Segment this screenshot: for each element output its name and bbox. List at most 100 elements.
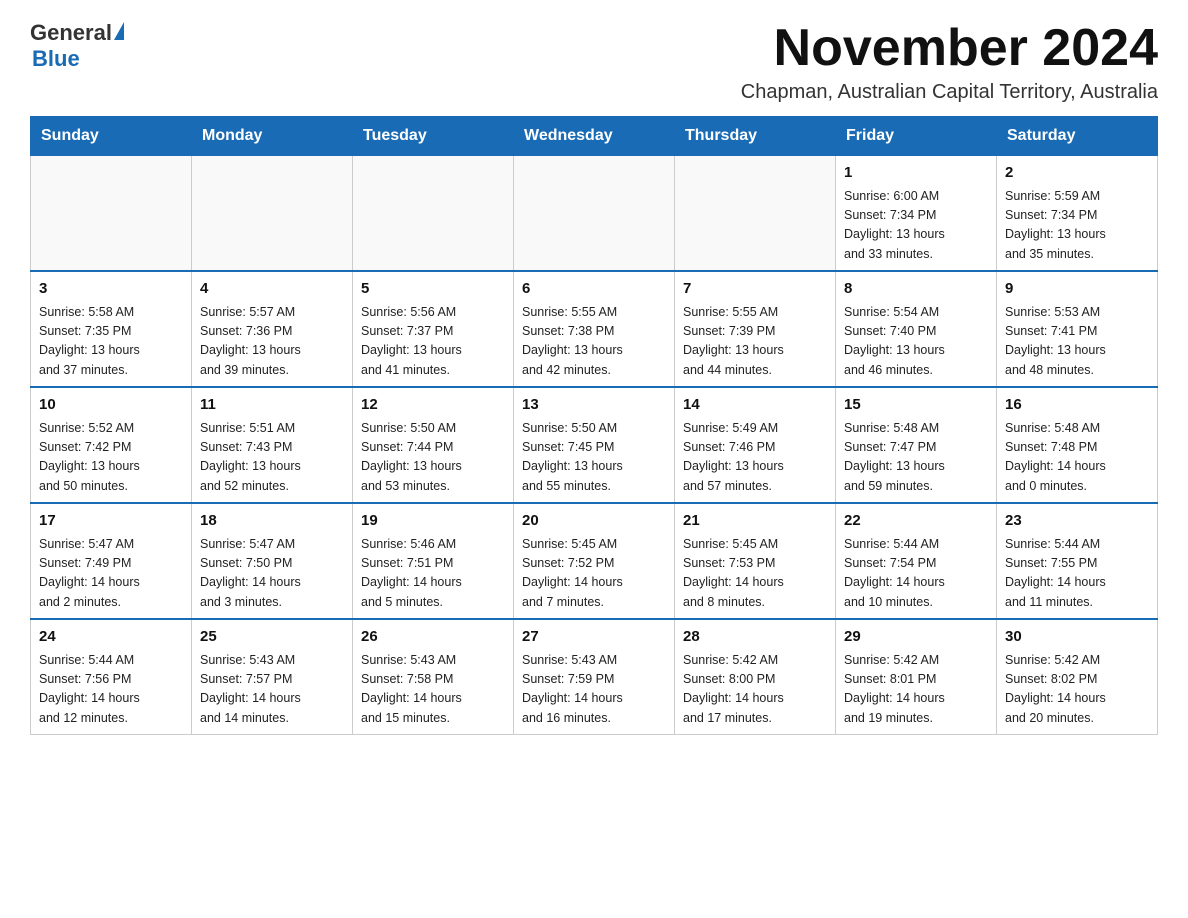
calendar-cell: 30Sunrise: 5:42 AMSunset: 8:02 PMDayligh… [997,619,1158,735]
day-info: Sunrise: 5:44 AMSunset: 7:55 PMDaylight:… [1005,535,1149,613]
calendar-week-row: 24Sunrise: 5:44 AMSunset: 7:56 PMDayligh… [31,619,1158,735]
day-info: Sunrise: 5:51 AMSunset: 7:43 PMDaylight:… [200,419,344,497]
calendar-title: November 2024 [741,20,1158,77]
day-number: 28 [683,626,827,649]
calendar-cell [514,156,675,272]
calendar-cell: 16Sunrise: 5:48 AMSunset: 7:48 PMDayligh… [997,387,1158,503]
calendar-cell: 1Sunrise: 6:00 AMSunset: 7:34 PMDaylight… [836,156,997,272]
day-number: 9 [1005,278,1149,301]
day-number: 11 [200,394,344,417]
calendar-cell: 12Sunrise: 5:50 AMSunset: 7:44 PMDayligh… [353,387,514,503]
day-number: 1 [844,162,988,185]
calendar-subtitle: Chapman, Australian Capital Territory, A… [741,81,1158,104]
calendar-cell: 24Sunrise: 5:44 AMSunset: 7:56 PMDayligh… [31,619,192,735]
day-number: 26 [361,626,505,649]
logo-blue-text: Blue [32,46,80,72]
calendar-cell: 5Sunrise: 5:56 AMSunset: 7:37 PMDaylight… [353,271,514,387]
day-number: 19 [361,510,505,533]
page-header: General Blue November 2024 Chapman, Aust… [30,20,1158,104]
day-info: Sunrise: 5:46 AMSunset: 7:51 PMDaylight:… [361,535,505,613]
logo: General Blue [30,20,124,72]
day-info: Sunrise: 5:47 AMSunset: 7:49 PMDaylight:… [39,535,183,613]
calendar-cell: 25Sunrise: 5:43 AMSunset: 7:57 PMDayligh… [192,619,353,735]
day-number: 15 [844,394,988,417]
day-number: 13 [522,394,666,417]
calendar-cell [353,156,514,272]
day-number: 17 [39,510,183,533]
calendar-cell: 11Sunrise: 5:51 AMSunset: 7:43 PMDayligh… [192,387,353,503]
logo-triangle-icon [114,22,124,40]
day-info: Sunrise: 5:44 AMSunset: 7:54 PMDaylight:… [844,535,988,613]
day-number: 14 [683,394,827,417]
calendar-cell: 2Sunrise: 5:59 AMSunset: 7:34 PMDaylight… [997,156,1158,272]
calendar-cell: 27Sunrise: 5:43 AMSunset: 7:59 PMDayligh… [514,619,675,735]
day-info: Sunrise: 5:48 AMSunset: 7:48 PMDaylight:… [1005,419,1149,497]
day-info: Sunrise: 5:56 AMSunset: 7:37 PMDaylight:… [361,303,505,381]
calendar-cell: 15Sunrise: 5:48 AMSunset: 7:47 PMDayligh… [836,387,997,503]
calendar-week-row: 1Sunrise: 6:00 AMSunset: 7:34 PMDaylight… [31,156,1158,272]
day-info: Sunrise: 5:59 AMSunset: 7:34 PMDaylight:… [1005,187,1149,265]
day-number: 29 [844,626,988,649]
calendar-cell: 21Sunrise: 5:45 AMSunset: 7:53 PMDayligh… [675,503,836,619]
calendar-cell: 17Sunrise: 5:47 AMSunset: 7:49 PMDayligh… [31,503,192,619]
calendar-cell: 14Sunrise: 5:49 AMSunset: 7:46 PMDayligh… [675,387,836,503]
day-number: 22 [844,510,988,533]
calendar-cell: 19Sunrise: 5:46 AMSunset: 7:51 PMDayligh… [353,503,514,619]
day-info: Sunrise: 5:55 AMSunset: 7:38 PMDaylight:… [522,303,666,381]
day-info: Sunrise: 5:43 AMSunset: 7:57 PMDaylight:… [200,651,344,729]
day-number: 25 [200,626,344,649]
calendar-cell: 13Sunrise: 5:50 AMSunset: 7:45 PMDayligh… [514,387,675,503]
title-block: November 2024 Chapman, Australian Capita… [741,20,1158,104]
day-number: 21 [683,510,827,533]
day-info: Sunrise: 5:43 AMSunset: 7:58 PMDaylight:… [361,651,505,729]
day-info: Sunrise: 5:50 AMSunset: 7:45 PMDaylight:… [522,419,666,497]
calendar-cell: 9Sunrise: 5:53 AMSunset: 7:41 PMDaylight… [997,271,1158,387]
day-info: Sunrise: 5:45 AMSunset: 7:53 PMDaylight:… [683,535,827,613]
day-info: Sunrise: 5:42 AMSunset: 8:02 PMDaylight:… [1005,651,1149,729]
day-info: Sunrise: 5:42 AMSunset: 8:00 PMDaylight:… [683,651,827,729]
calendar-cell: 8Sunrise: 5:54 AMSunset: 7:40 PMDaylight… [836,271,997,387]
day-info: Sunrise: 5:50 AMSunset: 7:44 PMDaylight:… [361,419,505,497]
logo-general-text: General [30,20,112,46]
day-info: Sunrise: 5:44 AMSunset: 7:56 PMDaylight:… [39,651,183,729]
calendar-cell: 20Sunrise: 5:45 AMSunset: 7:52 PMDayligh… [514,503,675,619]
day-info: Sunrise: 5:55 AMSunset: 7:39 PMDaylight:… [683,303,827,381]
calendar-cell: 6Sunrise: 5:55 AMSunset: 7:38 PMDaylight… [514,271,675,387]
day-number: 2 [1005,162,1149,185]
day-info: Sunrise: 5:48 AMSunset: 7:47 PMDaylight:… [844,419,988,497]
calendar-header-tuesday: Tuesday [353,117,514,156]
day-info: Sunrise: 5:49 AMSunset: 7:46 PMDaylight:… [683,419,827,497]
day-info: Sunrise: 5:45 AMSunset: 7:52 PMDaylight:… [522,535,666,613]
day-number: 16 [1005,394,1149,417]
calendar-header-wednesday: Wednesday [514,117,675,156]
calendar-week-row: 17Sunrise: 5:47 AMSunset: 7:49 PMDayligh… [31,503,1158,619]
day-number: 3 [39,278,183,301]
day-info: Sunrise: 5:47 AMSunset: 7:50 PMDaylight:… [200,535,344,613]
day-number: 20 [522,510,666,533]
calendar-cell [192,156,353,272]
calendar-table: SundayMondayTuesdayWednesdayThursdayFrid… [30,116,1158,735]
day-number: 27 [522,626,666,649]
calendar-week-row: 10Sunrise: 5:52 AMSunset: 7:42 PMDayligh… [31,387,1158,503]
day-number: 10 [39,394,183,417]
calendar-header-saturday: Saturday [997,117,1158,156]
calendar-cell: 26Sunrise: 5:43 AMSunset: 7:58 PMDayligh… [353,619,514,735]
day-info: Sunrise: 5:57 AMSunset: 7:36 PMDaylight:… [200,303,344,381]
day-number: 6 [522,278,666,301]
calendar-cell: 3Sunrise: 5:58 AMSunset: 7:35 PMDaylight… [31,271,192,387]
calendar-cell [675,156,836,272]
day-number: 30 [1005,626,1149,649]
calendar-cell: 29Sunrise: 5:42 AMSunset: 8:01 PMDayligh… [836,619,997,735]
calendar-cell [31,156,192,272]
calendar-cell: 22Sunrise: 5:44 AMSunset: 7:54 PMDayligh… [836,503,997,619]
day-number: 4 [200,278,344,301]
day-number: 7 [683,278,827,301]
day-info: Sunrise: 5:42 AMSunset: 8:01 PMDaylight:… [844,651,988,729]
calendar-cell: 4Sunrise: 5:57 AMSunset: 7:36 PMDaylight… [192,271,353,387]
calendar-cell: 10Sunrise: 5:52 AMSunset: 7:42 PMDayligh… [31,387,192,503]
calendar-cell: 28Sunrise: 5:42 AMSunset: 8:00 PMDayligh… [675,619,836,735]
day-number: 8 [844,278,988,301]
day-number: 12 [361,394,505,417]
day-info: Sunrise: 5:54 AMSunset: 7:40 PMDaylight:… [844,303,988,381]
calendar-header-monday: Monday [192,117,353,156]
